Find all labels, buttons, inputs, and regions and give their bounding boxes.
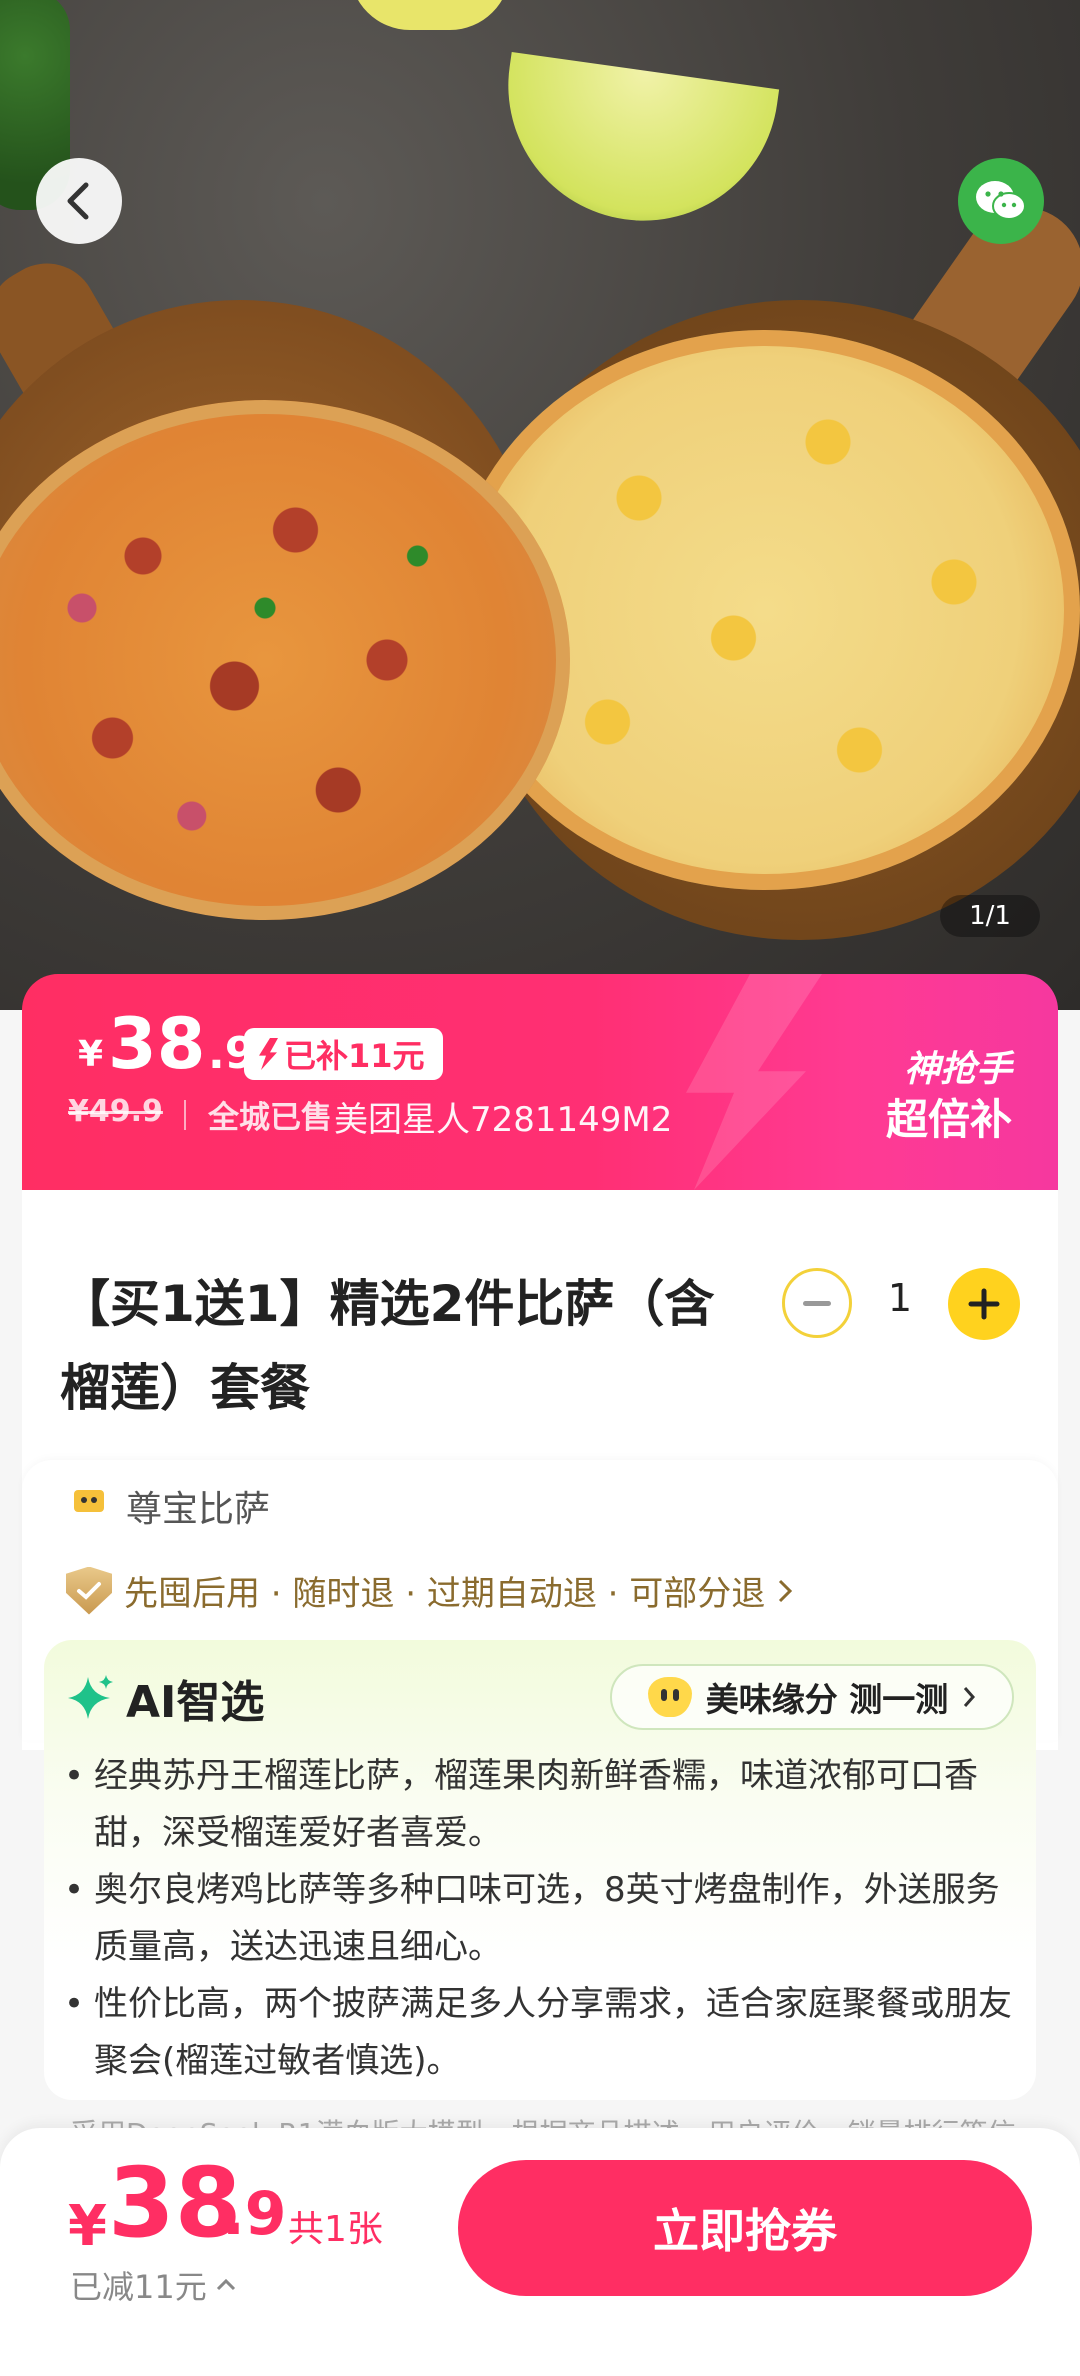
user-watermark: 美团星人7281149M2 bbox=[334, 1100, 673, 1140]
list-item: 经典苏丹王榴莲比萨，榴莲果肉新鲜香糯，味道浓郁可口香甜，深受榴莲爱好者喜爱。 bbox=[64, 1748, 1014, 1862]
sold-count: 全城已售 bbox=[208, 1100, 332, 1136]
image-page-indicator: 1/1 bbox=[940, 895, 1040, 937]
lightning-icon bbox=[259, 1038, 278, 1070]
currency-symbol: ¥ bbox=[78, 1034, 104, 1075]
quantity-decrease-button[interactable] bbox=[782, 1268, 852, 1338]
subsidy-badge: 已补11元 bbox=[244, 1028, 443, 1080]
ai-header: AI智选 bbox=[66, 1666, 264, 1730]
shield-icon bbox=[66, 1566, 112, 1615]
shop-logo-icon bbox=[74, 1490, 104, 1512]
promo-tag-top: 神抢手 bbox=[903, 1049, 1012, 1090]
taste-match-label: 美味缘分 测一测 bbox=[705, 1680, 949, 1719]
discount-detail-toggle[interactable]: 已减11元 bbox=[70, 2262, 237, 2308]
guarantee-text: 先囤后用 · 随时退 · 过期自动退 · 可部分退 bbox=[124, 1574, 766, 1614]
promo-tag-bottom: 超倍补 bbox=[885, 1095, 1012, 1144]
lightning-decoration bbox=[686, 974, 822, 1190]
product-image[interactable] bbox=[0, 0, 1080, 1010]
smile-heart-icon bbox=[647, 1677, 692, 1717]
original-price: ¥49.9 bbox=[68, 1094, 163, 1129]
guarantee-row[interactable]: 先囤后用 · 随时退 · 过期自动退 · 可部分退 bbox=[66, 1566, 793, 1615]
price-banner: ¥ 38 .9 已补11元 ¥49.9 全城已售 美团星人7281149M2 神… bbox=[22, 974, 1058, 1190]
ai-bullet-list: 经典苏丹王榴莲比萨，榴莲果肉新鲜香糯，味道浓郁可口香甜，深受榴莲爱好者喜爱。 奥… bbox=[64, 1748, 1014, 2090]
sparkle-icon bbox=[68, 1675, 113, 1719]
quantity-increase-button[interactable] bbox=[948, 1268, 1020, 1340]
bottom-price-decimal: .9 bbox=[222, 2179, 287, 2249]
voucher-count: 共1张 bbox=[288, 2209, 383, 2250]
ai-title: AI智选 bbox=[126, 1677, 265, 1728]
minus-icon bbox=[803, 1300, 831, 1306]
buy-now-button[interactable]: 立即抢券 bbox=[458, 2160, 1032, 2296]
chevron-right-icon bbox=[779, 1579, 793, 1602]
plus-icon bbox=[968, 1288, 1000, 1320]
discount-text: 已减11元 bbox=[70, 2268, 207, 2306]
back-button[interactable] bbox=[36, 158, 122, 244]
subsidy-text: 已补11元 bbox=[284, 1037, 425, 1075]
bottom-currency-symbol: ¥ bbox=[68, 2194, 107, 2259]
list-item: 奥尔良烤鸡比萨等多种口味可选，8英寸烤盘制作，外送服务质量高，送达迅速且细心。 bbox=[64, 1862, 1014, 1976]
lime-decoration bbox=[490, 51, 780, 239]
taste-match-button[interactable]: 美味缘分 测一测 bbox=[610, 1664, 1014, 1730]
lemon-decoration bbox=[350, 0, 510, 30]
shop-name[interactable]: 尊宝比萨 bbox=[126, 1480, 270, 1532]
price-integer: 38 bbox=[108, 1003, 206, 1085]
wechat-share-button[interactable] bbox=[958, 158, 1044, 244]
wechat-icon bbox=[976, 181, 1026, 220]
chevron-up-icon bbox=[216, 2278, 235, 2291]
list-item: 性价比高，两个披萨满足多人分享需求，适合家庭聚餐或朋友聚会(榴莲过敏者慎选)。 bbox=[64, 1976, 1014, 2090]
divider bbox=[184, 1100, 186, 1130]
chevron-right-icon bbox=[964, 1687, 976, 1707]
chevron-left-icon bbox=[67, 182, 89, 220]
shop-logo[interactable] bbox=[68, 1480, 110, 1522]
product-title: 【买1送1】精选2件比萨（含榴莲）套餐 bbox=[60, 1275, 715, 1417]
quantity-value: 1 bbox=[887, 1276, 913, 1320]
